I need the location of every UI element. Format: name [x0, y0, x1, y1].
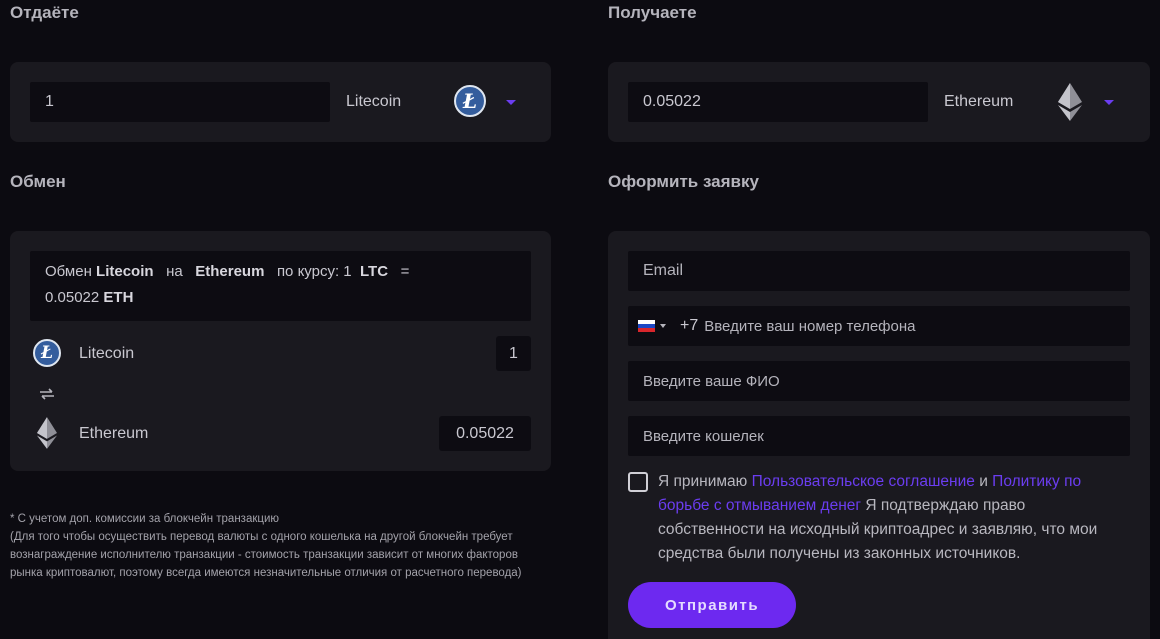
phone-placeholder: Введите ваш номер телефона [704, 317, 916, 335]
row1-coin-name: Litecoin [79, 345, 135, 362]
chevron-down-icon [506, 99, 516, 105]
rate-text: Обмен Litecoin на Ethereum по курсу: 1 L… [45, 259, 516, 311]
rate-to-coin: Ethereum [195, 263, 265, 280]
order-title: Оформить заявку [608, 172, 759, 191]
rate-equals: = [400, 263, 410, 280]
receive-coin-dropdown[interactable] [1096, 87, 1122, 117]
chevron-down-icon[interactable] [660, 324, 666, 328]
wallet-field[interactable]: Введите кошелек [628, 416, 1130, 456]
rate-from-coin: Litecoin [96, 263, 154, 280]
row1-amount: 1 [496, 336, 531, 371]
give-amount-input[interactable]: 1 [30, 82, 330, 122]
rate-value: 0.05022 [45, 289, 100, 306]
phone-code: +7 [680, 317, 699, 334]
litecoin-icon: Ł [454, 85, 486, 117]
ethereum-icon [37, 417, 57, 449]
give-coin-name: Litecoin [346, 93, 402, 110]
ethereum-icon [1058, 83, 1082, 121]
note-line-3: вознаграждение исполнителю транзакции - … [10, 549, 518, 561]
user-agreement-link[interactable]: Пользовательское соглашение [752, 473, 975, 490]
receive-card: 0.05022 Ethereum [608, 62, 1150, 142]
note-line-1: * С учетом доп. комиссии за блокчейн тра… [10, 513, 280, 525]
commission-note: * С учетом доп. комиссии за блокчейн тра… [10, 510, 570, 582]
receive-amount-input[interactable]: 0.05022 [628, 82, 928, 122]
note-line-4: рынка криптовалют, поэтому всегда имеютс… [10, 567, 522, 579]
agree-text: Я принимаю Пользовательское соглашение и… [658, 470, 1108, 566]
exchange-card: Обмен Litecoin на Ethereum по курсу: 1 L… [10, 231, 551, 471]
order-card: Email +7 Введите ваш номер телефона Введ… [608, 231, 1150, 639]
give-card: 1 Litecoin Ł [10, 62, 551, 142]
give-title: Отдаёте [10, 3, 79, 22]
rate-from-ticker: LTC [360, 263, 389, 280]
rate-to-word: на [166, 263, 183, 280]
agree-and: и [979, 473, 988, 490]
russia-flag-icon[interactable] [638, 320, 655, 332]
receive-title: Получаете [608, 3, 697, 22]
give-coin-dropdown[interactable] [498, 87, 524, 117]
swap-icon[interactable] [39, 387, 55, 401]
rate-label: по курсу: 1 [276, 263, 352, 280]
row2-amount: 0.05022 [439, 416, 531, 451]
chevron-down-icon [1104, 99, 1114, 105]
rate-prefix: Обмен [45, 263, 92, 280]
exchange-title: Обмен [10, 172, 66, 191]
agree-prefix: Я принимаю [658, 473, 748, 490]
phone-field[interactable]: +7 Введите ваш номер телефона [628, 306, 1130, 346]
agree-checkbox[interactable] [628, 472, 648, 492]
submit-button[interactable]: Отправить [628, 582, 796, 628]
fullname-field[interactable]: Введите ваше ФИО [628, 361, 1130, 401]
receive-coin-name: Ethereum [944, 93, 1014, 110]
rate-to-ticker: ETH [103, 289, 134, 306]
row2-coin-name: Ethereum [79, 425, 149, 442]
note-line-2: (Для того чтобы осуществить перевод валю… [10, 531, 513, 543]
litecoin-icon: Ł [33, 339, 61, 367]
rate-box: Обмен Litecoin на Ethereum по курсу: 1 L… [30, 251, 531, 321]
email-field[interactable]: Email [628, 251, 1130, 291]
